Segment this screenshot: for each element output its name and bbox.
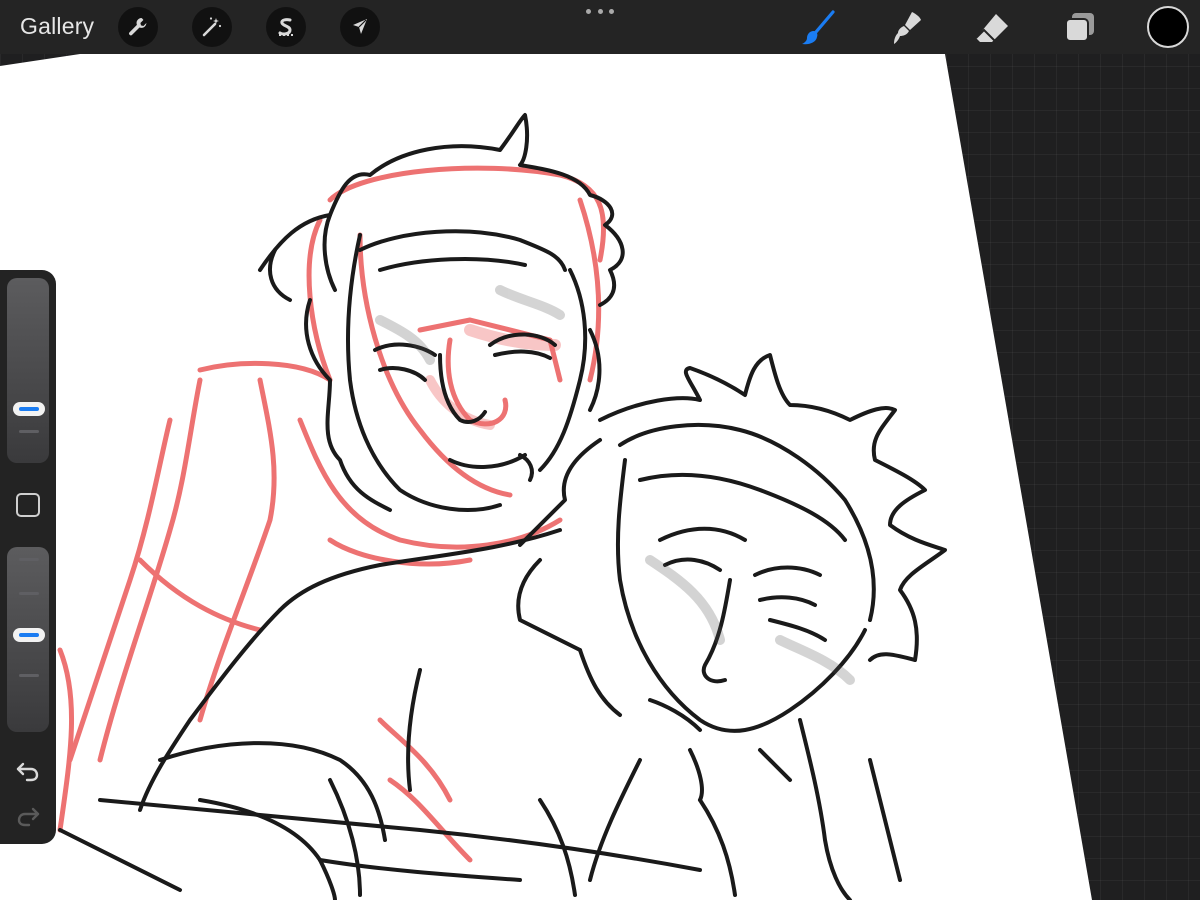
brush-icon: [802, 10, 835, 45]
adjustments-button[interactable]: [192, 7, 232, 47]
slider-tick: [19, 674, 39, 677]
slider-tick: [19, 592, 39, 595]
transform-button[interactable]: [340, 7, 380, 47]
top-toolbar: Gallery: [0, 0, 1200, 54]
more-options-icon[interactable]: [586, 6, 614, 16]
brush-tool-button[interactable]: [796, 6, 840, 50]
wrench-icon: [129, 18, 147, 36]
selection-button[interactable]: [266, 7, 306, 47]
canvas-page: [0, 54, 1092, 900]
gallery-button[interactable]: Gallery: [20, 13, 94, 40]
layers-button[interactable]: [1058, 6, 1102, 50]
undo-icon: [16, 762, 39, 782]
drawing-canvas[interactable]: [0, 0, 1200, 900]
opacity-handle[interactable]: [13, 628, 45, 642]
slider-tick: [19, 430, 39, 433]
color-picker-swatch[interactable]: [1147, 6, 1189, 48]
eraser-tool-button[interactable]: [970, 6, 1014, 50]
brush-size-handle[interactable]: [13, 402, 45, 416]
arrow-cursor-icon: [353, 19, 367, 34]
selection-s-icon: [278, 18, 293, 36]
redo-button[interactable]: [14, 802, 42, 830]
opacity-slider[interactable]: [7, 547, 49, 732]
smudge-icon: [894, 12, 921, 44]
brush-size-slider[interactable]: [7, 278, 49, 463]
undo-button[interactable]: [14, 757, 42, 785]
slider-tick: [19, 558, 39, 561]
left-sidebar: [0, 270, 56, 844]
magic-wand-icon: [202, 17, 222, 37]
layers-icon: [1065, 13, 1094, 42]
actions-button[interactable]: [118, 7, 158, 47]
smudge-tool-button[interactable]: [884, 6, 928, 50]
eraser-icon: [975, 14, 1008, 43]
modify-button[interactable]: [16, 493, 40, 517]
procreate-app: Gallery: [0, 0, 1200, 900]
redo-icon: [17, 807, 40, 827]
